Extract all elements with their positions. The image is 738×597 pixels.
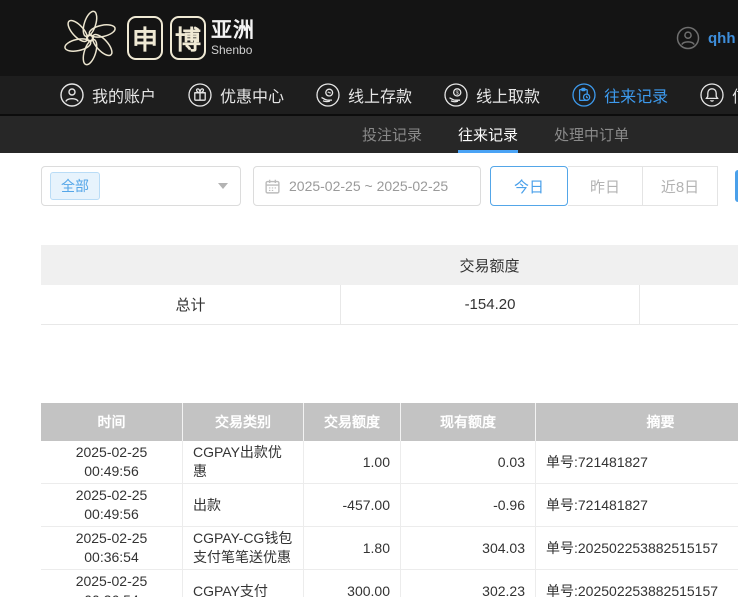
brand-logo[interactable]: 申 博 亚洲 Shenbo — [60, 8, 255, 68]
nav-item-online-deposit[interactable]: 线上存款 — [316, 83, 412, 107]
type-select[interactable]: 全部 — [41, 166, 241, 206]
cell-amount: 1.00 — [303, 441, 400, 484]
cell-memo: 单号:721481827 — [535, 484, 738, 527]
tab-transaction-records[interactable]: 往来记录 — [458, 116, 519, 153]
chevron-down-icon — [218, 183, 228, 189]
last-8-days-button[interactable]: 近8日 — [643, 166, 718, 206]
summary-header-empty — [41, 245, 340, 285]
nav-item-promotions[interactable]: 优惠中心 — [188, 83, 284, 107]
quick-range-buttons: 今日 昨日 近8日 — [490, 166, 718, 206]
page: 申 博 亚洲 Shenbo qhh 我的账户 优惠中心 线上存款 $ 线上取款 … — [0, 0, 738, 597]
brand-region: 亚洲 — [211, 19, 255, 42]
cell-type: CGPAY出款优惠 — [182, 441, 303, 484]
nav-label: 信 — [732, 83, 738, 107]
cell-type: CGPAY支付 — [182, 570, 303, 597]
cell-amount: -457.00 — [303, 484, 400, 527]
cell-balance: -0.96 — [400, 484, 535, 527]
col-header-balance: 现有额度 — [400, 403, 535, 441]
nav-item-online-withdrawal[interactable]: $ 线上取款 — [444, 83, 540, 107]
nav-item-transaction-records[interactable]: 往来记录 — [572, 83, 668, 107]
summary-table: 交易额度 总计 -154.20 — [41, 245, 738, 325]
cell-memo: 单号:202502253882515157 — [535, 527, 738, 570]
brand-char-bo: 博 — [170, 16, 206, 60]
summary-total-empty — [639, 285, 738, 325]
nav-label: 往来记录 — [604, 89, 669, 106]
records-table: 时间 交易类别 交易额度 现有额度 摘要 2025-02-25 00:49:56… — [41, 403, 738, 597]
table-row: 2025-02-25 00:49:56 出款 -457.00 -0.96 单号:… — [41, 484, 738, 527]
col-header-memo: 摘要 — [535, 403, 738, 441]
nav-label: 线上取款 — [476, 89, 541, 106]
record-tabs: 投注记录 往来记录 处理中订单 — [0, 116, 738, 153]
user-account[interactable]: qhh — [676, 26, 736, 50]
col-header-type: 交易类别 — [182, 403, 303, 441]
cell-amount: 1.80 — [303, 527, 400, 570]
col-header-time: 时间 — [41, 403, 182, 441]
date-range-value: 2025-02-25 ~ 2025-02-25 — [289, 178, 449, 194]
records-icon — [572, 83, 596, 107]
tab-processing-orders[interactable]: 处理中订单 — [554, 116, 629, 153]
tab-betting-records[interactable]: 投注记录 — [362, 116, 422, 153]
date-range-input[interactable]: 2025-02-25 ~ 2025-02-25 — [253, 166, 481, 206]
summary-header-amount: 交易额度 — [459, 257, 520, 275]
table-row: 2025-02-25 00:36:54 CGPAY支付 300.00 302.2… — [41, 570, 738, 597]
nav-label: 线上存款 — [348, 89, 413, 106]
cell-type: 出款 — [182, 484, 303, 527]
user-avatar-icon — [676, 26, 700, 50]
withdraw-icon: $ — [444, 83, 468, 107]
type-select-value[interactable]: 全部 — [50, 172, 100, 200]
cell-balance: 0.03 — [400, 441, 535, 484]
cell-balance: 302.23 — [400, 570, 535, 597]
cell-time: 2025-02-25 00:49:56 — [41, 441, 182, 484]
cell-memo: 单号:721481827 — [535, 441, 738, 484]
cell-type: CGPAY-CG钱包支付笔笔送优惠 — [182, 527, 303, 570]
gift-icon — [188, 83, 212, 107]
brand-latin: Shenbo — [211, 43, 253, 57]
summary-header-row: 交易额度 — [41, 245, 738, 285]
summary-header-empty2 — [639, 245, 738, 285]
main-nav: 我的账户 优惠中心 线上存款 $ 线上取款 往来记录 — [0, 76, 738, 116]
today-button[interactable]: 今日 — [490, 166, 568, 206]
deposit-icon — [316, 83, 340, 107]
cell-amount: 300.00 — [303, 570, 400, 597]
nav-label: 我的账户 — [92, 89, 157, 106]
top-header: 申 博 亚洲 Shenbo qhh — [0, 0, 738, 76]
col-header-amount: 交易额度 — [303, 403, 400, 441]
cell-time: 2025-02-25 00:49:56 — [41, 484, 182, 527]
person-icon — [60, 83, 84, 107]
records-header-row: 时间 交易类别 交易额度 现有额度 摘要 — [41, 403, 738, 441]
cell-balance: 304.03 — [400, 527, 535, 570]
calendar-icon — [265, 179, 280, 194]
yesterday-button[interactable]: 昨日 — [568, 166, 643, 206]
cell-time: 2025-02-25 00:36:54 — [41, 570, 182, 597]
table-row: 2025-02-25 00:36:54 CGPAY-CG钱包支付笔笔送优惠 1.… — [41, 527, 738, 570]
flower-logo-icon — [64, 10, 116, 66]
table-row: 2025-02-25 00:49:56 CGPAY出款优惠 1.00 0.03 … — [41, 441, 738, 484]
cell-time: 2025-02-25 00:36:54 — [41, 527, 182, 570]
username[interactable]: qhh — [708, 30, 736, 47]
nav-item-messages[interactable]: 信 — [700, 83, 738, 107]
summary-total-label: 总计 — [41, 285, 340, 325]
nav-label: 优惠中心 — [220, 89, 285, 106]
cell-memo: 单号:202502253882515157 — [535, 570, 738, 597]
bell-icon — [700, 83, 724, 107]
brand-char-shen: 申 — [127, 16, 163, 60]
nav-item-my-account[interactable]: 我的账户 — [60, 83, 156, 107]
summary-total-row: 总计 -154.20 — [41, 285, 738, 325]
summary-total-amount: -154.20 — [340, 285, 639, 325]
